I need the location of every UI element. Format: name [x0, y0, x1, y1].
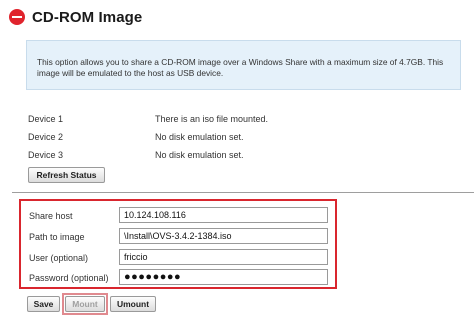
divider — [12, 192, 474, 193]
share-host-row: Share host — [27, 207, 333, 225]
device-row: Device 1 There is an iso file mounted. — [28, 114, 448, 132]
device-label: Device 3 — [28, 150, 64, 160]
share-settings-highlight: Share host Path to image User (optional)… — [19, 199, 337, 289]
device-status: No disk emulation set. — [155, 132, 244, 142]
path-input[interactable] — [119, 228, 328, 244]
device-status: No disk emulation set. — [155, 150, 244, 160]
no-entry-icon — [9, 9, 25, 25]
info-text: This option allows you to share a CD-ROM… — [37, 57, 444, 78]
page-title: CD-ROM Image — [32, 8, 143, 26]
password-row: Password (optional) — [27, 269, 333, 287]
device-label: Device 2 — [28, 132, 64, 142]
device-label: Device 1 — [28, 114, 64, 124]
umount-button[interactable]: Umount — [110, 296, 156, 312]
save-button[interactable]: Save — [27, 296, 60, 312]
info-box: This option allows you to share a CD-ROM… — [26, 40, 461, 90]
user-label: User (optional) — [29, 253, 89, 263]
device-row: Device 2 No disk emulation set. — [28, 132, 448, 150]
path-label: Path to image — [29, 232, 85, 242]
password-input[interactable] — [119, 269, 328, 285]
path-row: Path to image — [27, 228, 333, 246]
device-list: Device 1 There is an iso file mounted. D… — [28, 114, 448, 168]
share-host-label: Share host — [29, 211, 73, 221]
device-row: Device 3 No disk emulation set. — [28, 150, 448, 168]
user-row: User (optional) — [27, 249, 333, 267]
refresh-status-button[interactable]: Refresh Status — [28, 167, 105, 183]
user-input[interactable] — [119, 249, 328, 265]
password-label: Password (optional) — [29, 273, 109, 283]
device-status: There is an iso file mounted. — [155, 114, 269, 124]
page-header: CD-ROM Image — [9, 7, 142, 27]
mount-button[interactable]: Mount — [65, 296, 105, 312]
share-host-input[interactable] — [119, 207, 328, 223]
